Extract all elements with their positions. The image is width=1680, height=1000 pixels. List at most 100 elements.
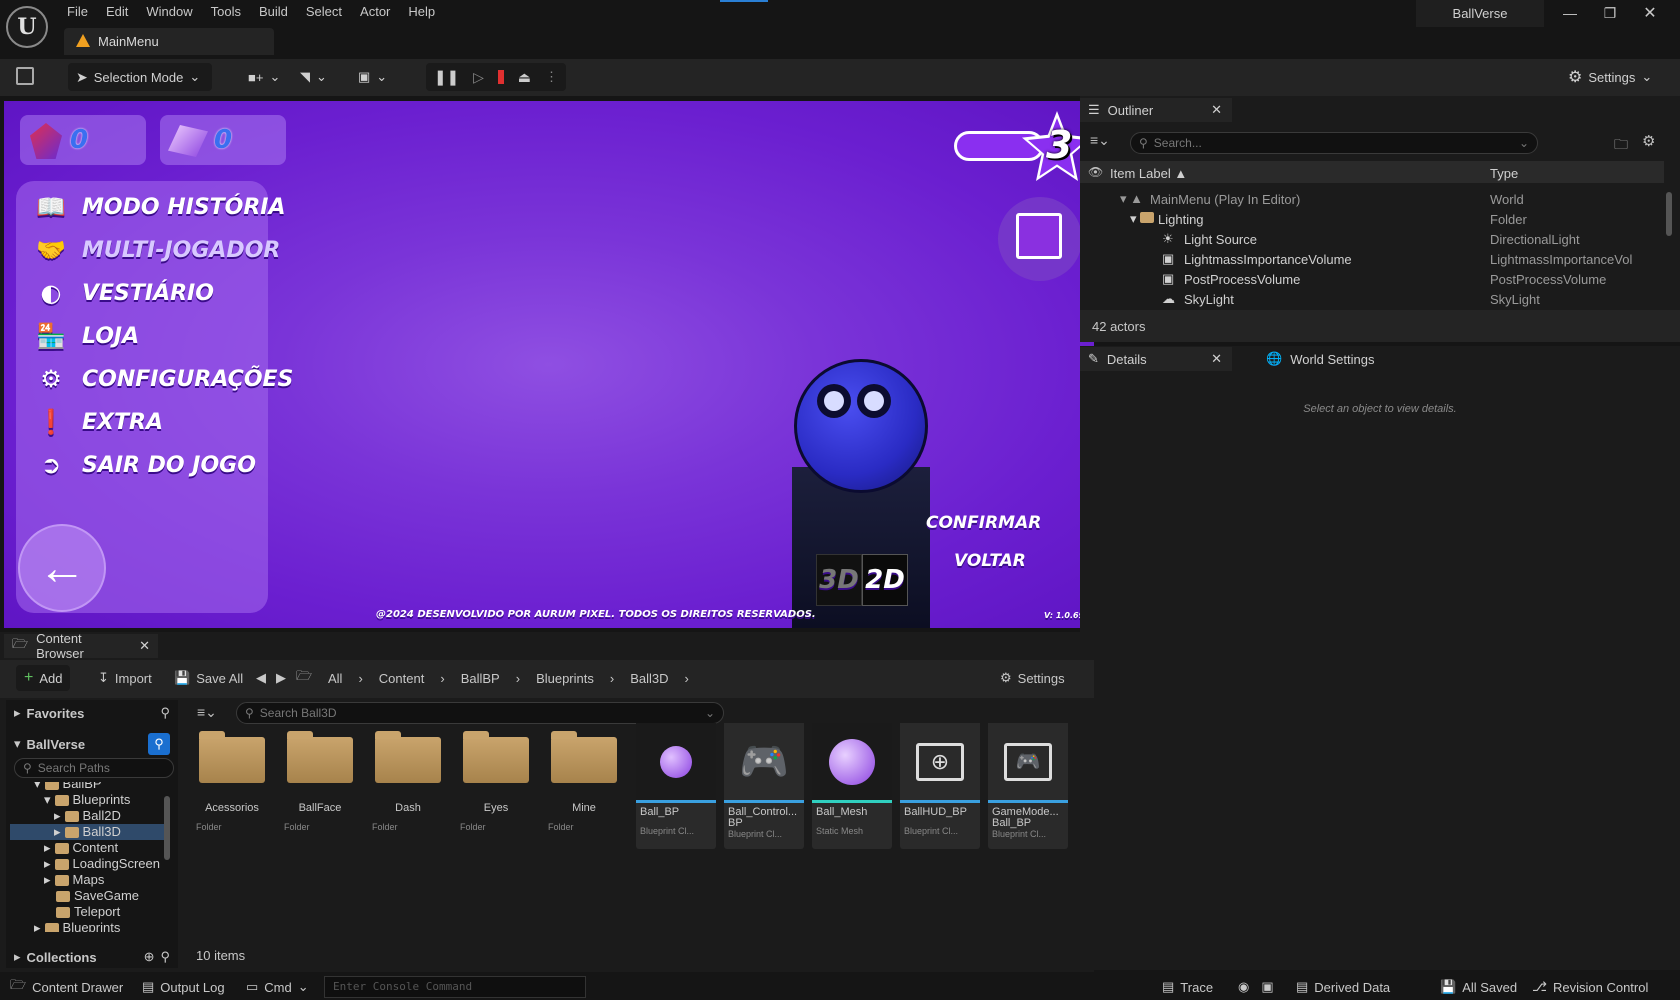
- outliner-scrollbar[interactable]: [1666, 192, 1672, 236]
- menu-extra[interactable]: ❗ EXTRA: [34, 404, 163, 440]
- cmd-dropdown[interactable]: ▭ Cmd ⌄: [246, 974, 309, 1000]
- add-button[interactable]: + Add: [16, 665, 71, 691]
- asset-tile[interactable]: Eyes Folder: [456, 723, 536, 849]
- menu-build[interactable]: Build: [250, 0, 297, 24]
- tree-savegame[interactable]: SaveGame: [10, 888, 166, 904]
- tree-teleport[interactable]: Teleport: [10, 904, 166, 920]
- cb-settings-button[interactable]: ⚙ Settings: [1000, 665, 1065, 691]
- world-settings-tab[interactable]: 🌐 World Settings: [1258, 347, 1418, 371]
- tree-blueprints-root[interactable]: ▸ Blueprints: [10, 920, 166, 932]
- more-icon[interactable]: ⋮: [545, 69, 558, 85]
- add-folder-icon[interactable]: 🗀: [1614, 134, 1628, 158]
- trace-button[interactable]: ▤ Trace: [1162, 974, 1213, 1000]
- asset-tile[interactable]: BallFace Folder: [280, 723, 360, 849]
- back-text-button[interactable]: VOLTAR: [954, 551, 1026, 571]
- save-icon[interactable]: [16, 67, 34, 85]
- menu-file[interactable]: File: [58, 0, 97, 24]
- back-arrow-button[interactable]: ←: [18, 524, 106, 612]
- menu-quit[interactable]: ➲ SAIR DO JOGO: [34, 447, 256, 483]
- menu-actor[interactable]: Actor: [351, 0, 399, 24]
- minimize-icon[interactable]: —: [1550, 0, 1590, 27]
- blueprint-button[interactable]: ◥ ⌄: [292, 63, 335, 91]
- asset-tile[interactable]: Ball_BP Blueprint Cl...: [636, 723, 716, 849]
- asset-tile[interactable]: Acessorios Folder: [192, 723, 272, 849]
- add-actor-button[interactable]: ■+ ⌄: [240, 63, 288, 91]
- close-window-icon[interactable]: ✕: [1630, 0, 1670, 27]
- menu-settings[interactable]: ⚙ CONFIGURAÇÕES: [34, 361, 293, 397]
- outliner-row-lighting[interactable]: ▾ Lighting: [1130, 209, 1204, 229]
- step-icon[interactable]: ▷: [473, 69, 484, 86]
- outliner-row-postprocess[interactable]: ▣ PostProcessVolume: [1162, 269, 1300, 289]
- crumb-blueprints[interactable]: Blueprints: [536, 671, 594, 686]
- close-tab-icon[interactable]: ✕: [139, 638, 150, 654]
- search-paths-input[interactable]: ⚲ Search Paths: [14, 758, 174, 778]
- outliner-row-world[interactable]: ▾ ▲ MainMenu (Play In Editor): [1120, 189, 1300, 209]
- output-log-button[interactable]: ▤ Output Log: [142, 974, 225, 1000]
- derived-data-button[interactable]: ▤ Derived Data: [1296, 974, 1390, 1000]
- search-icon[interactable]: ⚲: [160, 705, 170, 721]
- all-saved-button[interactable]: 💾 All Saved: [1440, 974, 1517, 1000]
- crumb-ball3d[interactable]: Ball3D: [630, 671, 668, 686]
- selection-mode-dropdown[interactable]: ➤ Selection Mode ⌄: [68, 63, 212, 91]
- restore-icon[interactable]: ❐: [1590, 0, 1630, 27]
- menu-tools[interactable]: Tools: [202, 0, 250, 24]
- tree-scrollbar[interactable]: [164, 796, 170, 860]
- close-tab-icon[interactable]: ✕: [1211, 351, 1222, 367]
- menu-help[interactable]: Help: [399, 0, 444, 24]
- favorites-section[interactable]: ▸ Favorites ⚲: [14, 700, 170, 726]
- settings-button[interactable]: ⚙ Settings ⌄: [1560, 63, 1660, 91]
- cinematics-button[interactable]: ▣ ⌄: [350, 63, 395, 91]
- pause-icon[interactable]: ❚❚: [434, 68, 459, 86]
- gear-icon[interactable]: ⚙: [1642, 132, 1655, 150]
- outliner-row-lightmass[interactable]: ▣ LightmassImportanceVolume: [1162, 249, 1352, 269]
- project-section[interactable]: ▾ BallVerse ⚲: [14, 731, 170, 757]
- eject-icon[interactable]: ⏏: [518, 69, 531, 86]
- outliner-tab[interactable]: ☰ Outliner ✕: [1080, 98, 1232, 122]
- collections-section[interactable]: ▸ Collections ⊕ ⚲: [14, 944, 170, 970]
- menu-story-mode[interactable]: 📖 MODO HISTÓRIA: [34, 189, 285, 225]
- back-icon[interactable]: ◀: [256, 670, 266, 686]
- menu-multiplayer[interactable]: 🤝 MULTI-JOGADOR: [34, 232, 280, 268]
- save-all-button[interactable]: 💾 Save All: [174, 665, 243, 691]
- asset-tile[interactable]: Ball_Mesh Static Mesh: [812, 723, 892, 849]
- details-tab[interactable]: ✎ Details ✕: [1080, 347, 1232, 371]
- import-button[interactable]: ↧ Import: [98, 665, 152, 691]
- content-browser-tab[interactable]: 🗁 Content Browser ✕: [4, 631, 158, 661]
- crumb-ballbp[interactable]: BallBP: [461, 671, 500, 686]
- shop-button[interactable]: [998, 197, 1082, 281]
- outliner-row-light-source[interactable]: ☀ Light Source: [1162, 229, 1257, 249]
- eye-icon[interactable]: 👁: [1088, 165, 1103, 179]
- close-tab-icon[interactable]: ✕: [1211, 102, 1222, 118]
- filter-icon[interactable]: ≡⌄: [1090, 132, 1110, 149]
- asset-tile[interactable]: 🎮 GameMode... Ball_BP Blueprint Cl...: [988, 723, 1068, 849]
- confirm-button[interactable]: CONFIRMAR: [926, 513, 1041, 533]
- outliner-search[interactable]: ⚲ Search... ⌄: [1130, 132, 1538, 154]
- mode-3d-button[interactable]: 3D: [816, 554, 862, 606]
- menu-window[interactable]: Window: [137, 0, 201, 24]
- col-type[interactable]: Type: [1490, 166, 1518, 181]
- menu-shop[interactable]: 🏪 LOJA: [34, 318, 139, 354]
- asset-tile[interactable]: Mine Folder: [544, 723, 624, 849]
- menu-wardrobe[interactable]: ◐ VESTIÁRIO: [34, 275, 214, 311]
- game-viewport[interactable]: 0 0 3 📖 MODO HISTÓRIA 🤝 MULTI-JOGADOR ◐ VES…: [4, 101, 1094, 628]
- crumb-all[interactable]: All: [328, 671, 342, 686]
- filter-icon[interactable]: ≡⌄: [197, 704, 217, 721]
- console-input[interactable]: Enter Console Command: [324, 976, 586, 998]
- menu-edit[interactable]: Edit: [97, 0, 137, 24]
- revision-control-button[interactable]: ⎇ Revision Control: [1532, 974, 1648, 1000]
- tree-maps[interactable]: ▸ Maps: [10, 872, 166, 888]
- mode-2d-button[interactable]: 2D: [862, 554, 908, 606]
- tree-ball2d[interactable]: ▸ Ball2D: [10, 808, 166, 824]
- unreal-logo-icon[interactable]: U: [6, 6, 48, 48]
- tree-loadingscreen[interactable]: ▸ LoadingScreen: [10, 856, 166, 872]
- asset-tile[interactable]: ⊕ BallHUD_BP Blueprint Cl...: [900, 723, 980, 849]
- forward-icon[interactable]: ▶: [276, 670, 286, 686]
- tree-content[interactable]: ▸ Content: [10, 840, 166, 856]
- tree-ballbp[interactable]: ▾ BallBP: [10, 782, 166, 792]
- outliner-row-skylight[interactable]: ☁ SkyLight: [1162, 289, 1234, 309]
- camera-icon[interactable]: ▣: [1261, 979, 1273, 995]
- tree-blueprints[interactable]: ▾ Blueprints: [10, 792, 166, 808]
- content-drawer-button[interactable]: 🗁 Content Drawer: [10, 974, 123, 1000]
- level-tab[interactable]: MainMenu: [64, 28, 274, 55]
- col-item-label[interactable]: Item Label ▲: [1110, 166, 1187, 181]
